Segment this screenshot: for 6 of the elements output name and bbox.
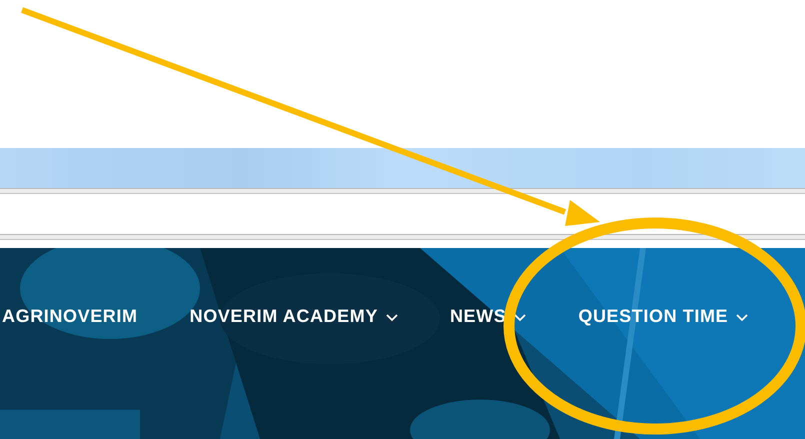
caret-icon: [736, 314, 748, 322]
nav-link[interactable]: QUESTION TIME: [578, 306, 748, 327]
caret-icon: [386, 314, 398, 322]
caret-icon: [514, 314, 526, 322]
nav-link[interactable]: NOVERIM ACADEMY: [190, 306, 398, 327]
nav-link[interactable]: AGRINOVERIM: [2, 306, 138, 327]
